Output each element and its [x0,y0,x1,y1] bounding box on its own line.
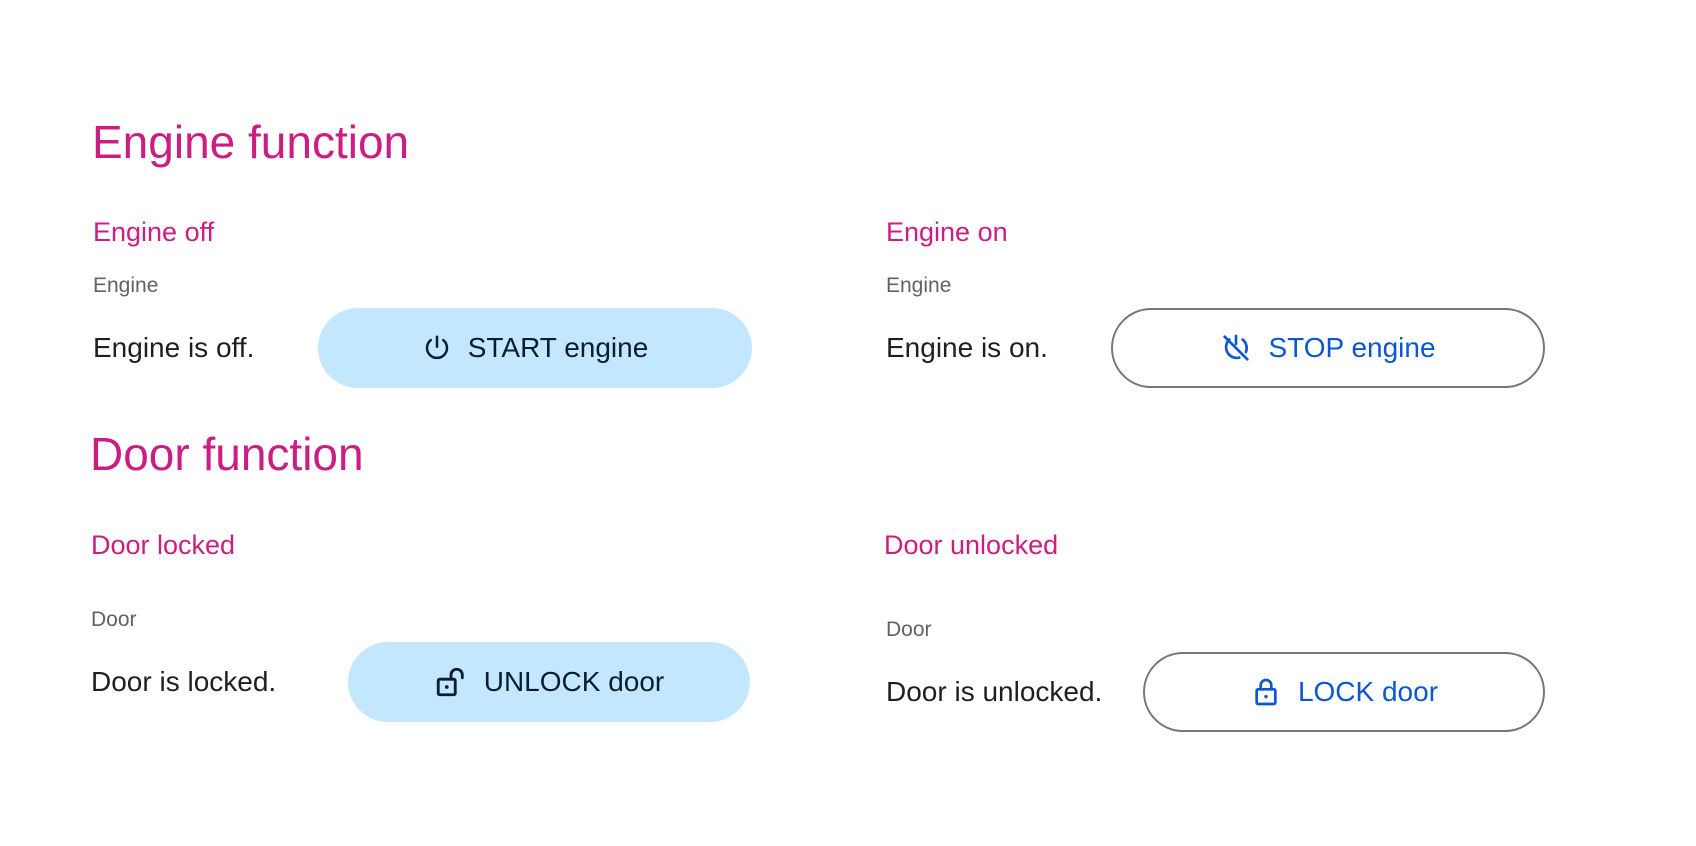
engine-on-title: Engine on [886,217,1008,247]
engine-on-status: Engine is on. [886,332,1048,363]
lock-icon [1250,676,1282,708]
stop-engine-button[interactable]: STOP engine [1111,308,1545,388]
door-locked-status: Door is locked. [91,666,277,697]
power-icon [422,333,452,363]
door-locked-label: Door [91,608,137,631]
engine-off-status: Engine is off. [93,332,255,363]
door-unlocked-status: Door is unlocked. [886,676,1103,707]
door-section-title: Door function [90,428,364,480]
engine-section-title: Engine function [92,116,410,168]
unlock-door-button[interactable]: UNLOCK door [348,642,750,722]
engine-off-title: Engine off [93,217,215,247]
engine-on-label: Engine [886,274,952,297]
lock-door-label: LOCK door [1297,676,1439,707]
stop-engine-label: STOP engine [1268,332,1436,363]
unlock-door-label: UNLOCK door [483,666,665,697]
engine-off-label: Engine [93,274,159,297]
door-locked-title: Door locked [91,530,236,560]
lock-door-button[interactable]: LOCK door [1143,652,1545,732]
door-unlocked-title: Door unlocked [884,530,1059,560]
start-engine-button[interactable]: START engine [318,308,752,388]
lock-open-icon [434,665,468,699]
power-off-icon [1220,332,1252,364]
door-unlocked-label: Door [886,618,932,641]
start-engine-label: START engine [467,332,649,363]
